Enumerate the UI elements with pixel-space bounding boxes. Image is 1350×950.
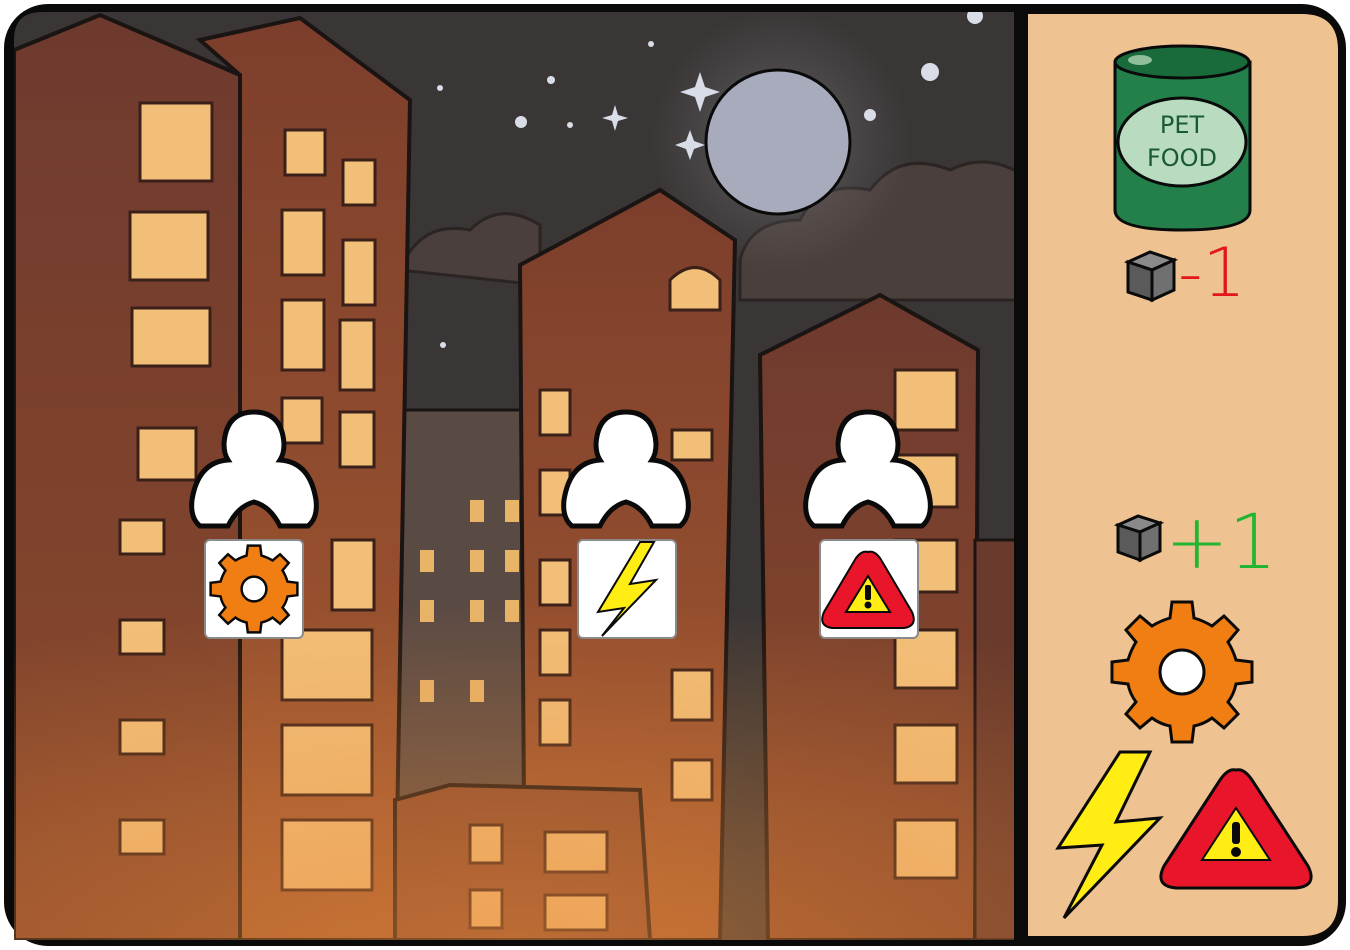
resource-cube-icon bbox=[1113, 514, 1165, 563]
street-glow bbox=[14, 600, 1016, 940]
gain-value: +1 bbox=[1165, 497, 1277, 586]
resource-cube-icon bbox=[1123, 250, 1179, 303]
action-card: PET FOOD -1 +1 bbox=[0, 0, 1350, 950]
pet-food-label-line1: PET bbox=[1160, 111, 1205, 139]
cost-value: -1 bbox=[1178, 234, 1246, 313]
pet-food-label-line2: FOOD bbox=[1147, 144, 1217, 172]
panel-divider bbox=[1014, 8, 1028, 944]
gear-icon bbox=[209, 544, 299, 634]
gear-icon bbox=[1110, 600, 1254, 744]
moon bbox=[704, 68, 852, 216]
card-artwork: PET FOOD -1 +1 bbox=[4, 4, 1346, 946]
